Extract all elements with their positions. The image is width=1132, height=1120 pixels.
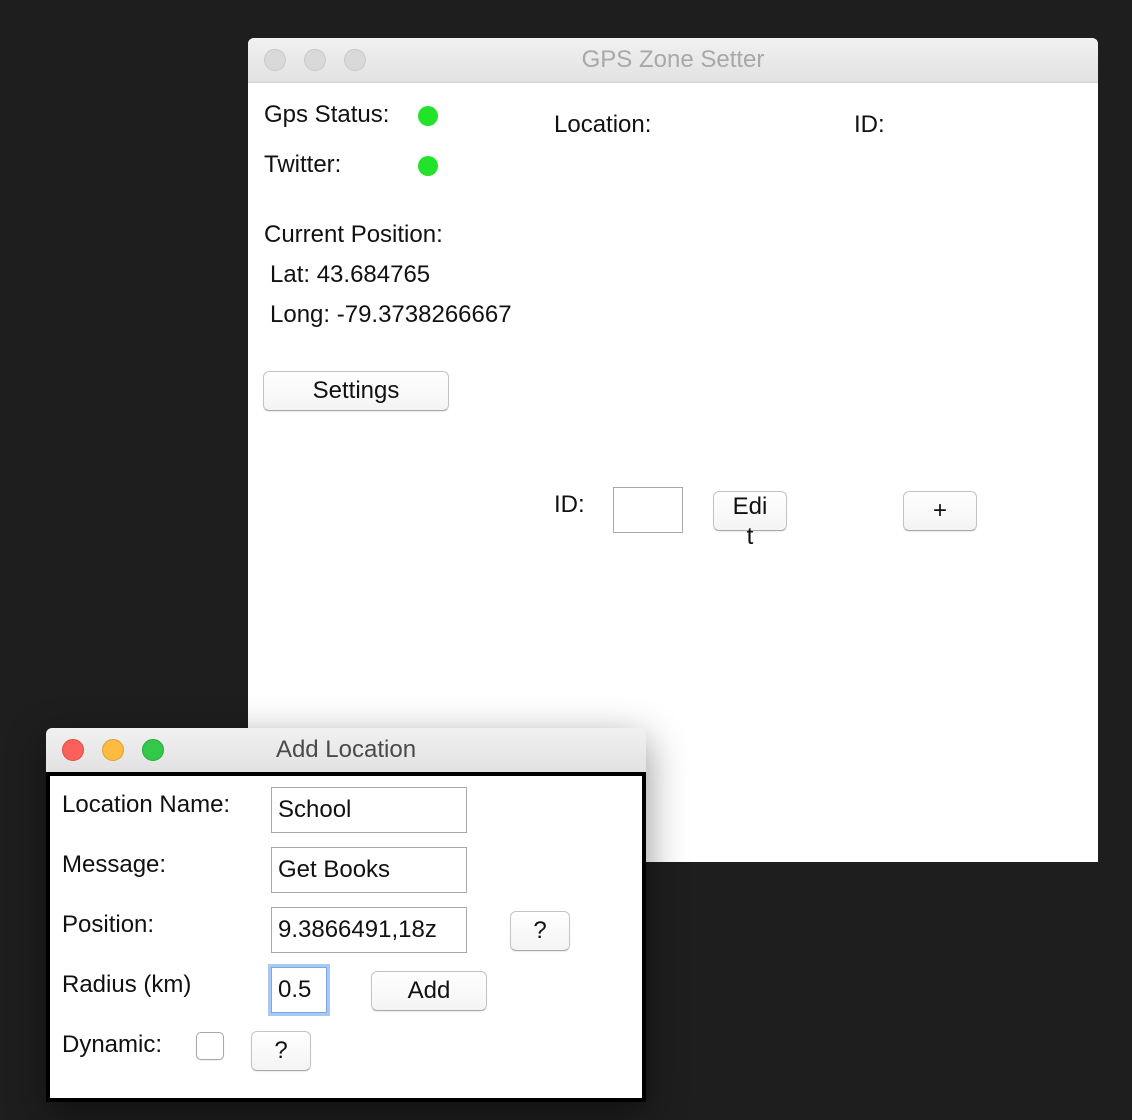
zoom-button[interactable] — [142, 739, 164, 761]
minimize-button[interactable] — [102, 739, 124, 761]
zoom-button[interactable] — [344, 49, 366, 71]
position-help-button[interactable]: ? — [510, 911, 570, 951]
close-button[interactable] — [264, 49, 286, 71]
main-window-titlebar[interactable]: GPS Zone Setter — [248, 38, 1098, 83]
message-label: Message: — [62, 851, 167, 878]
position-label: Position: — [62, 911, 155, 938]
close-button[interactable] — [62, 739, 84, 761]
position-input[interactable] — [271, 907, 467, 953]
add-location-button[interactable]: + — [903, 491, 977, 531]
add-location-window: Add Location Location Name: Message: Pos… — [46, 728, 646, 1102]
add-button[interactable]: Add — [371, 971, 487, 1011]
longitude-value: Long: -79.3738266667 — [270, 301, 512, 328]
dynamic-label: Dynamic: — [62, 1031, 163, 1058]
id-field-label: ID: — [554, 491, 585, 518]
gps-status-label: Gps Status: — [264, 101, 390, 128]
twitter-status-indicator-icon — [418, 156, 438, 176]
dynamic-checkbox[interactable] — [196, 1032, 224, 1060]
add-location-form: Location Name: Message: Position: ? Radi… — [46, 772, 646, 1102]
id-column-header: ID: — [854, 111, 885, 138]
radius-input[interactable] — [271, 967, 327, 1013]
edit-button[interactable]: Edi t — [713, 491, 787, 550]
add-location-title: Add Location — [275, 736, 417, 763]
settings-button[interactable]: Settings — [263, 371, 449, 411]
location-column-header: Location: — [554, 111, 652, 138]
gps-status-indicator-icon — [418, 106, 438, 126]
current-position-label: Current Position: — [264, 221, 443, 248]
location-name-input[interactable] — [271, 787, 467, 833]
message-input[interactable] — [271, 847, 467, 893]
id-input[interactable] — [613, 487, 683, 533]
twitter-label: Twitter: — [264, 151, 342, 178]
minimize-button[interactable] — [304, 49, 326, 71]
radius-label: Radius (km) — [62, 971, 192, 998]
latitude-value: Lat: 43.684765 — [270, 261, 431, 288]
add-location-titlebar[interactable]: Add Location — [46, 728, 646, 773]
main-window-title: GPS Zone Setter — [581, 46, 765, 73]
location-name-label: Location Name: — [62, 791, 231, 818]
dynamic-help-button[interactable]: ? — [251, 1031, 311, 1071]
